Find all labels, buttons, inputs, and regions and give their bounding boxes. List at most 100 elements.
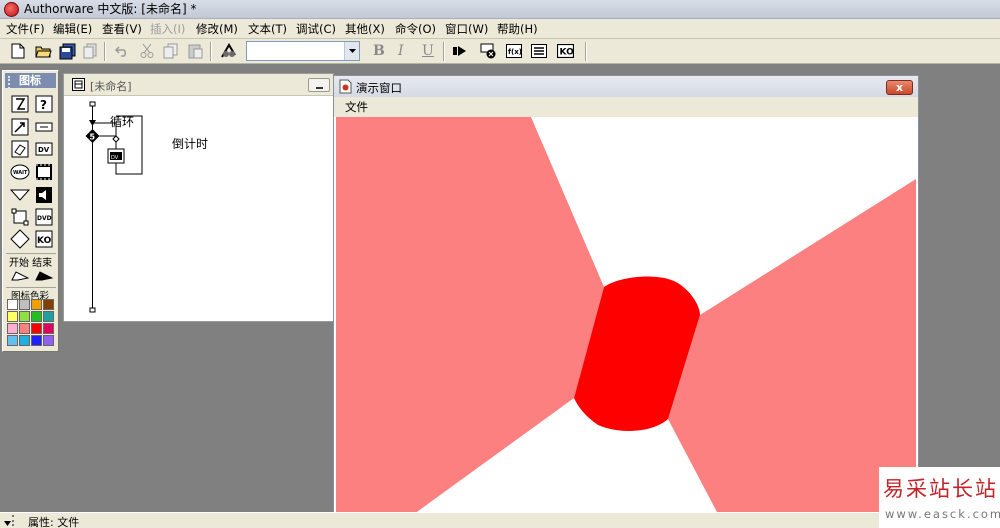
color-swatch[interactable]	[31, 323, 42, 334]
color-swatch[interactable]	[7, 299, 18, 310]
svg-text:WAIT: WAIT	[13, 170, 28, 176]
paste-icon[interactable]	[185, 41, 205, 61]
menu-file[interactable]: 文件(F)	[6, 22, 45, 36]
menu-window[interactable]: 窗口(W)	[445, 22, 488, 36]
grip-icon[interactable]	[12, 515, 20, 526]
chevron-down-icon[interactable]	[344, 42, 359, 60]
color-swatch[interactable]	[43, 323, 54, 334]
dvd-icon[interactable]: DVD	[34, 207, 54, 227]
menu-debug[interactable]: 调试(C)	[296, 22, 336, 36]
font-combo[interactable]	[246, 41, 360, 61]
functions-icon[interactable]: f(x)	[504, 41, 524, 61]
presentation-menubar: 文件	[334, 97, 918, 117]
bold-button[interactable]: B	[373, 42, 385, 60]
color-swatch[interactable]	[31, 335, 42, 346]
site-watermark: 易采站长站 www.easck.com	[879, 467, 1000, 528]
cut-icon[interactable]	[137, 41, 157, 61]
color-swatch[interactable]	[19, 323, 30, 334]
authorware-doc-icon	[339, 79, 352, 94]
minimize-button[interactable]	[308, 78, 330, 92]
svg-text:?: ?	[40, 98, 47, 112]
properties-bar: 属性: 文件	[0, 512, 1000, 528]
digital-movie-icon[interactable]: DV	[34, 139, 54, 159]
video-icon[interactable]	[34, 162, 54, 182]
color-swatch[interactable]	[43, 335, 54, 346]
sound-icon[interactable]	[34, 185, 54, 205]
start-flag-icon[interactable]	[10, 266, 30, 286]
flowline-title: [未命名]	[90, 80, 132, 93]
wait-icon[interactable]: WAIT	[10, 162, 30, 182]
display-icon[interactable]	[10, 94, 30, 114]
color-swatch[interactable]	[7, 311, 18, 322]
menu-command[interactable]: 命令(O)	[395, 22, 436, 36]
color-swatch[interactable]	[19, 335, 30, 346]
flowline-titlebar[interactable]: [未命名]	[64, 74, 333, 96]
loop-label: 循环	[110, 115, 134, 129]
design-window-icon	[72, 78, 85, 91]
motion-icon[interactable]	[10, 117, 30, 137]
svg-text:DV: DV	[111, 155, 119, 161]
presentation-window: 演示窗口 x 文件	[333, 75, 919, 515]
knowledge-objects-icon[interactable]: KO	[555, 41, 575, 61]
app-title: Authorware 中文版: [未命名] *	[24, 2, 197, 16]
color-swatch[interactable]	[19, 311, 30, 322]
run-icon[interactable]	[450, 41, 470, 61]
presentation-titlebar[interactable]: 演示窗口 x	[334, 76, 918, 97]
presentation-canvas	[336, 117, 916, 514]
menubar: 文件(F) 编辑(E) 查看(V) 插入(I) 修改(M) 文本(T) 调试(C…	[0, 19, 1000, 39]
watermark-name: 易采站长站	[883, 477, 998, 501]
bow-right-wing	[668, 179, 916, 514]
menu-other[interactable]: 其他(X)	[345, 22, 385, 36]
color-swatch[interactable]	[43, 299, 54, 310]
svg-text:KO: KO	[37, 236, 52, 246]
italic-button[interactable]: I	[398, 42, 404, 60]
menu-text[interactable]: 文本(T)	[248, 22, 287, 36]
menu-help[interactable]: 帮助(H)	[497, 22, 538, 36]
color-swatch[interactable]	[31, 299, 42, 310]
ko-icon[interactable]: KO	[34, 229, 54, 249]
import-icon[interactable]	[80, 41, 100, 61]
menu-modify[interactable]: 修改(M)	[196, 22, 238, 36]
toolbar: B I U f(x) KO	[0, 39, 1000, 64]
control-panel-icon[interactable]	[478, 41, 498, 61]
navigate-icon[interactable]	[10, 185, 30, 205]
presentation-menu-file[interactable]: 文件	[345, 100, 368, 114]
framework-icon[interactable]	[10, 207, 30, 227]
find-icon[interactable]	[218, 41, 238, 61]
color-swatch[interactable]	[31, 311, 42, 322]
color-swatch[interactable]	[7, 335, 18, 346]
authorware-logo-icon	[4, 2, 19, 17]
menu-view[interactable]: 查看(V)	[102, 22, 142, 36]
menu-insert[interactable]: 插入(I)	[150, 22, 185, 36]
color-swatch[interactable]	[19, 299, 30, 310]
save-all-icon[interactable]	[57, 41, 77, 61]
close-button[interactable]: x	[886, 80, 913, 95]
palette-title[interactable]: 图标	[5, 73, 56, 89]
svg-text:f(x): f(x)	[508, 48, 522, 56]
decision-icon[interactable]	[10, 229, 30, 249]
watermark-url: www.easck.com	[885, 507, 1000, 521]
variables-icon[interactable]	[529, 41, 549, 61]
countdown-label: 倒计时	[172, 137, 208, 151]
end-flag-icon[interactable]	[34, 266, 54, 286]
properties-label: 属性: 文件	[28, 516, 80, 528]
open-folder-icon[interactable]	[33, 41, 53, 61]
calculation-icon[interactable]	[34, 117, 54, 137]
copy-icon[interactable]	[160, 41, 180, 61]
erase-icon[interactable]	[10, 139, 30, 159]
grip-icon[interactable]	[8, 76, 16, 89]
interaction-question-icon[interactable]: ?	[34, 94, 54, 114]
svg-text:KO: KO	[559, 48, 574, 58]
expand-icon[interactable]	[4, 517, 11, 526]
icon-palette: 图标 ? DV WAIT DVD KO 开始 结束 图标色彩	[2, 70, 59, 352]
menu-edit[interactable]: 编辑(E)	[53, 22, 92, 36]
palette-title-text: 图标	[19, 74, 41, 87]
new-file-icon[interactable]	[8, 41, 28, 61]
underline-button[interactable]: U	[422, 42, 434, 60]
video-map-icon[interactable]: DV	[107, 148, 125, 164]
color-swatch[interactable]	[43, 311, 54, 322]
undo-icon[interactable]	[112, 41, 132, 61]
loop-marker: 5	[90, 133, 96, 142]
decision-loop-icon[interactable]: 5	[85, 129, 100, 143]
color-swatch[interactable]	[7, 323, 18, 334]
